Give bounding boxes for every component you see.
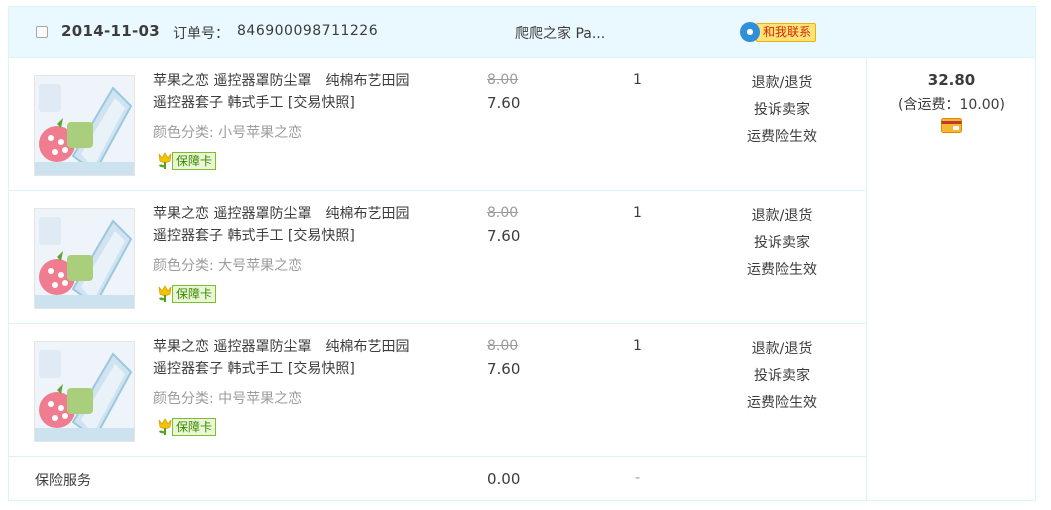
chat-bubble-icon: ●	[740, 22, 760, 42]
column-divider	[866, 57, 867, 500]
quantity: 1	[633, 205, 642, 221]
complain-seller-link[interactable]: 投诉卖家	[744, 232, 820, 252]
shipping-insurance-link[interactable]: 运费险生效	[744, 392, 820, 412]
insurance-row: 保险服务 0.00 -	[9, 456, 866, 500]
product-sku: 颜色分类: 小号苹果之恋	[153, 125, 303, 141]
insurance-amount: 0.00	[487, 470, 521, 488]
order-select-checkbox[interactable]	[36, 26, 48, 38]
quantity: 1	[633, 338, 642, 354]
order-item: 苹果之恋 遥控器罩防尘罩 纯棉布艺田园遥控器套子 韩式手工 [交易快照] 颜色分…	[9, 191, 866, 324]
shipping-insurance-link[interactable]: 运费险生效	[744, 259, 820, 279]
product-sku: 颜色分类: 中号苹果之恋	[153, 391, 303, 407]
original-price: 8.00	[487, 72, 519, 88]
product-thumbnail[interactable]	[34, 341, 135, 442]
product-sku: 颜色分类: 大号苹果之恋	[153, 258, 303, 274]
order-item: 苹果之恋 遥控器罩防尘罩 纯棉布艺田园遥控器套子 韩式手工 [交易快照] 颜色分…	[9, 324, 866, 457]
refund-return-link[interactable]: 退款/退货	[744, 72, 820, 92]
product-thumbnail[interactable]	[34, 75, 135, 176]
unit-price: 7.60	[487, 227, 521, 245]
protection-card-label: 保障卡	[172, 152, 217, 170]
payment-card-icon[interactable]	[941, 118, 962, 133]
order-number: 846900098711226	[237, 23, 379, 39]
protection-card-label: 保障卡	[172, 418, 217, 436]
unit-price: 7.60	[487, 94, 521, 112]
order-header: 2014-11-03 订单号： 846900098711226 爬爬之家 Pa.…	[9, 7, 1035, 58]
order-total: 32.80	[927, 71, 976, 89]
complain-seller-link[interactable]: 投诉卖家	[744, 99, 820, 119]
order-number-label: 订单号：	[173, 26, 229, 42]
original-price: 8.00	[487, 205, 519, 221]
product-title-link[interactable]: 苹果之恋 遥控器罩防尘罩 纯棉布艺田园遥控器套子 韩式手工 [交易快照]	[153, 336, 423, 380]
contact-seller-label: 和我联系	[756, 23, 817, 42]
shipping-insurance-link[interactable]: 运费险生效	[744, 126, 820, 146]
product-thumbnail[interactable]	[34, 208, 135, 309]
protection-card-label: 保障卡	[172, 285, 217, 303]
quantity: 1	[633, 72, 642, 88]
refund-return-link[interactable]: 退款/退货	[744, 338, 820, 358]
product-title-link[interactable]: 苹果之恋 遥控器罩防尘罩 纯棉布艺田园遥控器套子 韩式手工 [交易快照]	[153, 203, 423, 247]
original-price: 8.00	[487, 338, 519, 354]
complain-seller-link[interactable]: 投诉卖家	[744, 365, 820, 385]
shop-name-link[interactable]: 爬爬之家 Pa...	[515, 23, 605, 43]
refund-return-link[interactable]: 退款/退货	[744, 205, 820, 225]
order-date: 2014-11-03	[61, 22, 160, 40]
unit-price: 7.60	[487, 360, 521, 378]
product-title-link[interactable]: 苹果之恋 遥控器罩防尘罩 纯棉布艺田园遥控器套子 韩式手工 [交易快照]	[153, 70, 423, 114]
order-card: 2014-11-03 订单号： 846900098711226 爬爬之家 Pa.…	[8, 6, 1036, 501]
insurance-qty: -	[635, 470, 641, 486]
insurance-label: 保险服务	[35, 473, 91, 489]
order-item: 苹果之恋 遥控器罩防尘罩 纯棉布艺田园遥控器套子 韩式手工 [交易快照] 颜色分…	[9, 58, 866, 191]
postage-note: (含运费：10.00)	[897, 97, 1005, 113]
